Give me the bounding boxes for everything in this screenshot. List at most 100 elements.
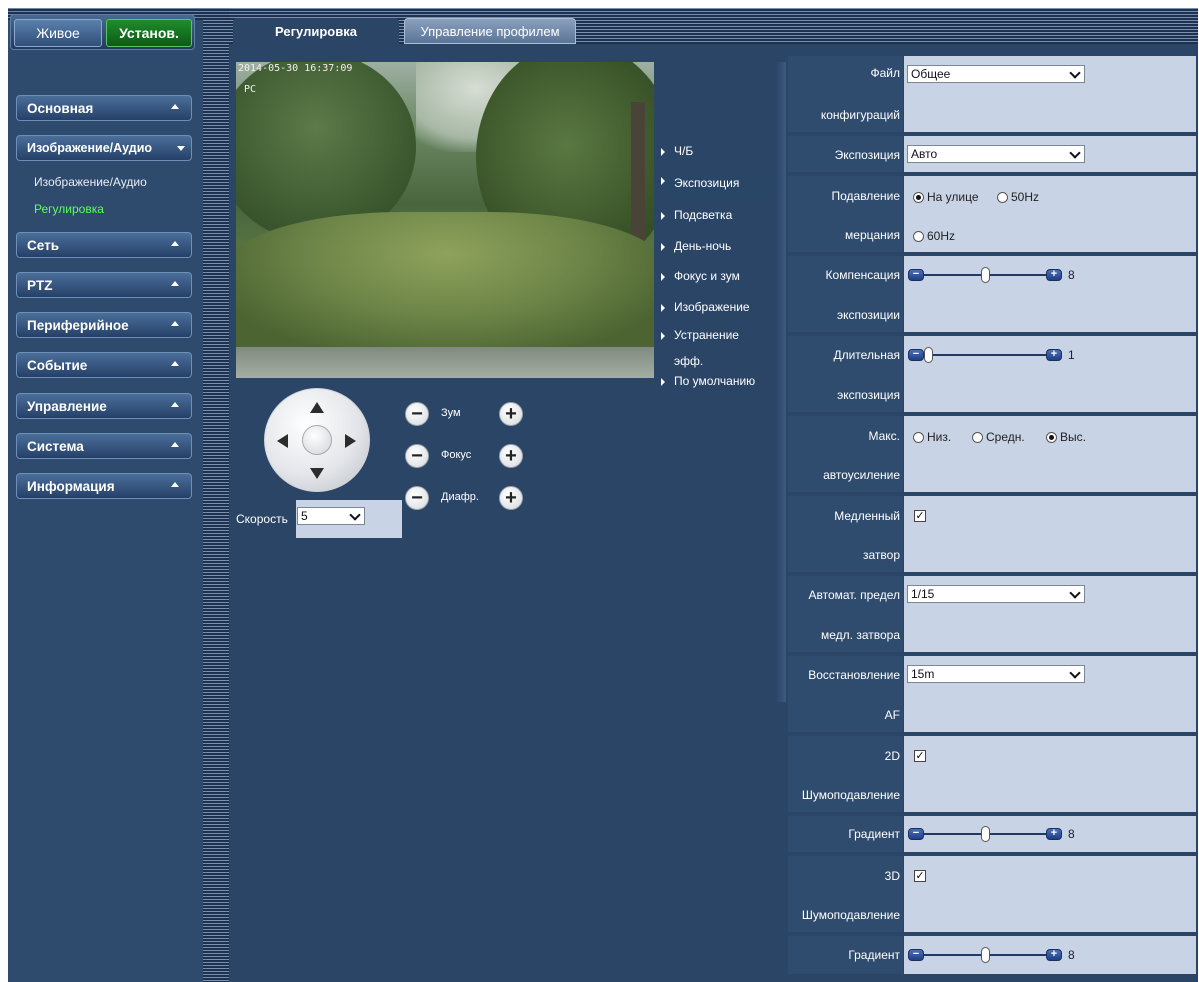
exposure-select[interactable]: Авто — [907, 145, 1085, 163]
row-exposure-compensation: Компенсация экспозиции − + 8 — [788, 256, 1196, 334]
video-timestamp: 2014-05-30 16:37:09 — [238, 63, 353, 74]
row-label: 2D Шумоподавление — [788, 736, 903, 812]
row-value: ✓ — [904, 736, 1196, 812]
af-recovery-label-2: AF — [884, 708, 900, 722]
row-value: − + 1 — [904, 336, 1196, 412]
ptz-right-arrow-icon[interactable] — [345, 434, 356, 448]
live-button[interactable]: Живое — [14, 19, 102, 47]
video-preview: 2014-05-30 16:37:09 PC — [236, 62, 654, 378]
zoom-in-button[interactable]: + — [499, 402, 523, 426]
focus-label: Фокус — [441, 449, 472, 461]
long-exp-slider-track[interactable] — [924, 354, 1048, 356]
submenu-day-night[interactable]: День-ночь — [660, 239, 731, 253]
nr2d-gradient-minus-button[interactable]: − — [908, 828, 924, 840]
chevron-up-icon — [171, 104, 179, 109]
chevron-down-icon — [1069, 147, 1081, 159]
zoom-out-button[interactable]: − — [405, 402, 429, 426]
sidebar-item-label: Событие — [27, 357, 88, 373]
chevron-up-icon — [171, 241, 179, 246]
nr3d-gradient-label: Градиент — [848, 948, 900, 962]
row-2d-gradient: Градиент − + 8 — [788, 816, 1196, 854]
slow-shutter-checkbox[interactable]: ✓ — [914, 510, 926, 522]
speed-select[interactable]: 5 — [297, 507, 365, 525]
sidebar-item-ptz[interactable]: PTZ — [16, 272, 192, 298]
row-long-exposure: Длительная экспозиция − + 1 — [788, 336, 1196, 414]
submenu-defog-cont[interactable]: эфф. — [660, 354, 703, 368]
sidebar-item-system[interactable]: Система — [16, 433, 192, 459]
video-channel: PC — [244, 84, 257, 95]
sidebar-subitem-image-audio[interactable]: Изображение/Аудио — [34, 175, 147, 189]
ptz-up-arrow-icon[interactable] — [310, 402, 324, 413]
nr2d-checkbox[interactable]: ✓ — [914, 750, 926, 762]
row-value: − + 8 — [904, 256, 1196, 332]
exposure-label: Экспозиция — [834, 148, 900, 162]
submenu-focus-zoom[interactable]: Фокус и зум — [660, 269, 740, 283]
row-af-recovery: Восстановление AF 15m — [788, 656, 1196, 734]
sidebar-item-management[interactable]: Управление — [16, 393, 192, 419]
flicker-outdoor-label: На улице — [927, 190, 979, 204]
slow-shutter-limit-value: 1/15 — [911, 587, 935, 601]
submenu-default[interactable]: По умолчанию — [660, 374, 755, 388]
exp-comp-slider-thumb[interactable] — [981, 267, 990, 283]
nr3d-gradient-plus-button[interactable]: + — [1046, 949, 1062, 961]
row-label: Компенсация экспозиции — [788, 256, 903, 332]
sidebar-item-network[interactable]: Сеть — [16, 232, 192, 258]
nr3d-checkbox[interactable]: ✓ — [914, 870, 926, 882]
gain-mid-radio[interactable] — [972, 432, 983, 443]
row-value: ✓ — [904, 496, 1196, 572]
long-exp-plus-button[interactable]: + — [1046, 349, 1062, 361]
nr3d-gradient-minus-button[interactable]: − — [908, 949, 924, 961]
focus-minus-button[interactable]: − — [405, 444, 429, 468]
row-label: Макс. автоусиление — [788, 416, 903, 492]
long-exp-minus-button[interactable]: − — [908, 349, 924, 361]
flicker-outdoor-radio[interactable] — [913, 192, 924, 203]
focus-plus-button[interactable]: + — [499, 444, 523, 468]
sidebar-item-basic[interactable]: Основная — [16, 95, 192, 121]
submenu-image[interactable]: Изображение — [660, 300, 750, 314]
iris-minus-button[interactable]: − — [405, 486, 429, 510]
nr2d-gradient-plus-button[interactable]: + — [1046, 828, 1062, 840]
row-label: Медленный затвор — [788, 496, 903, 572]
flicker-label-1: Подавление — [831, 189, 901, 203]
gain-low-radio[interactable] — [913, 432, 924, 443]
exp-comp-plus-button[interactable]: + — [1046, 269, 1062, 281]
row-3d-nr: 3D Шумоподавление ✓ — [788, 856, 1196, 934]
iris-plus-button[interactable]: + — [499, 486, 523, 510]
config-file-label-1: Файл — [870, 66, 900, 80]
ptz-down-arrow-icon[interactable] — [310, 468, 324, 479]
tab-profile-management[interactable]: Управление профилем — [404, 18, 576, 44]
sidebar-item-label: Основная — [27, 100, 94, 116]
tab-adjust[interactable]: Регулировка — [233, 18, 399, 44]
exp-comp-minus-button[interactable]: − — [908, 269, 924, 281]
setup-button[interactable]: Установ. — [106, 19, 192, 47]
sidebar-item-event[interactable]: Событие — [16, 352, 192, 378]
ptz-center-button[interactable] — [302, 425, 332, 455]
config-file-select[interactable]: Общее — [907, 65, 1085, 83]
iris-label: Диафр. — [441, 491, 479, 503]
long-exp-slider-thumb[interactable] — [924, 347, 933, 363]
sidebar-item-peripheral[interactable]: Периферийное — [16, 312, 192, 338]
gain-high-radio[interactable] — [1046, 432, 1057, 443]
chevron-down-icon — [177, 146, 185, 151]
nr3d-gradient-slider-thumb[interactable] — [981, 947, 990, 963]
ptz-left-arrow-icon[interactable] — [277, 434, 288, 448]
submenu-bw[interactable]: Ч/Б — [660, 144, 693, 158]
submenu-defog[interactable]: Устранение — [660, 328, 739, 342]
exposure-value: Авто — [911, 147, 938, 161]
submenu-exposure[interactable]: Экспозиция — [660, 173, 776, 197]
exp-comp-label-1: Компенсация — [825, 268, 900, 282]
row-label: 3D Шумоподавление — [788, 856, 903, 932]
sidebar-item-info[interactable]: Информация — [16, 473, 192, 499]
long-exp-label-2: экспозиция — [837, 388, 900, 402]
nr2d-gradient-slider-thumb[interactable] — [981, 826, 990, 842]
flicker-60hz-radio[interactable] — [913, 231, 924, 242]
row-flicker: Подавление мерцания На улице 50Hz 60Hz — [788, 176, 1196, 254]
sidebar-subitem-adjust[interactable]: Регулировка — [34, 202, 104, 216]
submenu-backlight[interactable]: Подсветка — [660, 208, 732, 222]
sidebar-item-image-audio[interactable]: Изображение/Аудио — [16, 135, 192, 161]
flicker-50hz-radio[interactable] — [997, 192, 1008, 203]
af-recovery-select[interactable]: 15m — [907, 665, 1085, 683]
slow-shutter-limit-select[interactable]: 1/15 — [907, 585, 1085, 603]
row-value: 1/15 — [904, 576, 1196, 652]
exp-comp-label-2: экспозиции — [836, 308, 900, 322]
